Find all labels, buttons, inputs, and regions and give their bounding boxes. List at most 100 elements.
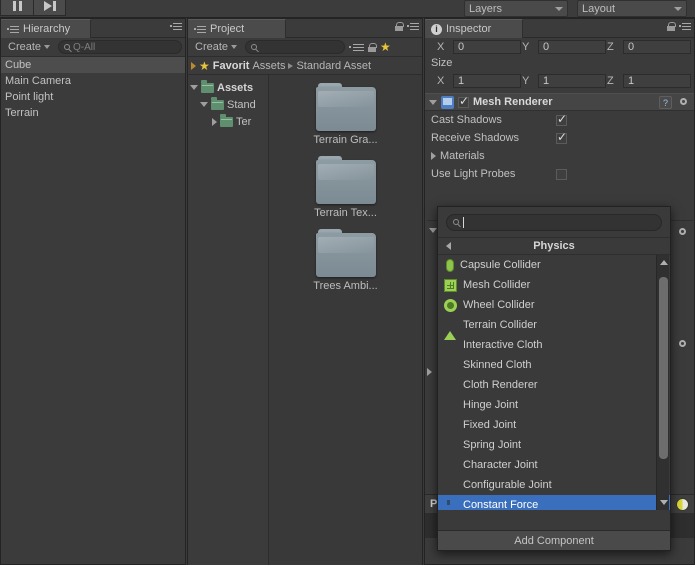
tab-project[interactable]: Project	[188, 19, 286, 38]
panel-menu-icon[interactable]	[170, 22, 182, 31]
size-z-value[interactable]: 1	[623, 73, 691, 88]
size-z-field[interactable]: Z 1	[607, 73, 692, 88]
tab-hierarchy[interactable]: Hierarchy	[1, 19, 91, 38]
materials-row[interactable]: Materials	[425, 147, 694, 165]
pause-button[interactable]	[0, 0, 33, 16]
expand-triangle-icon[interactable]	[191, 61, 196, 70]
add-component-scrollbar[interactable]	[656, 255, 669, 510]
component-item-character-joint[interactable]: Character Joint	[438, 455, 670, 475]
search-icon	[453, 219, 459, 225]
component-item-interactive-cloth[interactable]: Interactive Cloth	[438, 335, 670, 355]
component-item-configurable-joint[interactable]: Configurable Joint	[438, 475, 670, 495]
lock-icon[interactable]	[395, 22, 404, 31]
gear-icon[interactable]	[676, 226, 689, 239]
project-body: Assets Stand Ter Terrain Gra... Terrain …	[188, 75, 422, 565]
layout-dropdown[interactable]: Layout	[577, 0, 687, 17]
mesh-renderer-enabled-checkbox[interactable]	[458, 95, 469, 108]
center-y-value[interactable]: 0	[538, 39, 606, 54]
center-z-value[interactable]: 0	[623, 39, 691, 54]
component-item-capsule-collider[interactable]: Capsule Collider	[438, 255, 670, 275]
chevron-down-icon[interactable]	[429, 228, 437, 233]
use-light-probes-checkbox[interactable]	[556, 168, 567, 180]
tree-item-standard-assets[interactable]: Stand	[188, 96, 268, 113]
hierarchy-item-main-camera[interactable]: Main Camera	[1, 73, 185, 89]
panel-menu-icon[interactable]	[679, 22, 691, 31]
chevron-down-icon	[674, 6, 682, 11]
receive-shadows-row: Receive Shadows	[425, 129, 694, 147]
cloth-renderer-icon	[444, 379, 457, 392]
size-x-field[interactable]: X 1	[437, 73, 522, 88]
help-icon[interactable]: ?	[659, 96, 672, 109]
hierarchy-item-cube[interactable]: Cube	[1, 57, 185, 73]
step-button[interactable]	[33, 0, 66, 16]
panel-menu-icon[interactable]	[407, 22, 419, 31]
size-y-value[interactable]: 1	[538, 73, 606, 88]
lock-icon[interactable]	[667, 22, 676, 31]
receive-shadows-checkbox[interactable]	[556, 131, 567, 144]
hierarchy-search-input[interactable]: Q-All	[58, 40, 182, 54]
size-y-field[interactable]: Y 1	[522, 73, 607, 88]
project-breadcrumb: ★ Favorit Assets Standard Asset	[188, 57, 422, 75]
mesh-renderer-header[interactable]: Mesh Renderer ?	[425, 93, 694, 111]
add-component-search-input[interactable]	[446, 213, 662, 231]
breadcrumb-segment-standard-assets[interactable]: Standard Asset	[296, 60, 371, 72]
hierarchy-create-button[interactable]: Create	[4, 40, 54, 55]
center-x-field[interactable]: X 0	[437, 39, 522, 54]
project-search-input[interactable]	[245, 40, 346, 54]
component-item-mesh-collider[interactable]: Mesh Collider	[438, 275, 670, 295]
tree-item-terrain[interactable]: Ter	[188, 113, 268, 130]
size-x-value[interactable]: 1	[453, 73, 521, 88]
component-item-fixed-joint[interactable]: Fixed Joint	[438, 415, 670, 435]
component-item-constant-force[interactable]: Constant Force	[438, 495, 670, 510]
component-item-label: Terrain Collider	[463, 319, 537, 331]
component-item-cloth-renderer[interactable]: Cloth Renderer	[438, 375, 670, 395]
chevron-down-icon	[44, 45, 51, 49]
chevron-down-icon[interactable]	[190, 85, 198, 90]
asset-item[interactable]: Trees Ambi...	[269, 229, 422, 292]
cast-shadows-checkbox[interactable]	[556, 113, 567, 126]
hierarchy-item-terrain[interactable]: Terrain	[1, 105, 185, 121]
breadcrumb-favorites[interactable]: Favorit	[213, 60, 250, 72]
project-create-button[interactable]: Create	[191, 40, 241, 55]
scroll-up-icon[interactable]	[660, 260, 668, 265]
chevron-down-icon[interactable]	[200, 102, 208, 107]
component-item-label: Constant Force	[463, 499, 539, 510]
center-x-value[interactable]: 0	[453, 39, 521, 54]
cast-shadows-row: Cast Shadows	[425, 111, 694, 129]
add-component-button[interactable]: Add Component	[438, 530, 670, 550]
materials-label: Materials	[440, 150, 485, 162]
gear-icon[interactable]	[677, 96, 690, 109]
asset-item[interactable]: Terrain Gra...	[269, 83, 422, 146]
asset-item[interactable]: Terrain Tex...	[269, 156, 422, 219]
scrollbar-thumb[interactable]	[659, 277, 668, 459]
component-item-skinned-cloth[interactable]: Skinned Cloth	[438, 355, 670, 375]
center-y-field[interactable]: Y 0	[522, 39, 607, 54]
tree-item-assets[interactable]: Assets	[188, 79, 268, 96]
chevron-right-icon[interactable]	[427, 368, 432, 376]
favorites-star-icon[interactable]: ★	[380, 41, 391, 53]
layers-dropdown[interactable]: Layers	[464, 0, 568, 17]
chevron-down-icon[interactable]	[429, 99, 437, 105]
unity-editor-window: Layers Layout Hierarchy Create Q-All Cub…	[0, 0, 695, 565]
breadcrumb-segment-assets[interactable]: Assets	[252, 60, 285, 72]
hierarchy-item-point-light[interactable]: Point light	[1, 89, 185, 105]
chevron-right-icon[interactable]	[212, 117, 217, 126]
back-arrow-icon[interactable]	[446, 242, 451, 250]
scroll-down-icon[interactable]	[660, 500, 668, 505]
play-controls	[0, 0, 66, 16]
filter-by-type-icon[interactable]	[349, 43, 365, 52]
lighting-toggle-icon[interactable]	[676, 497, 689, 511]
hierarchy-search-placeholder: Q-All	[73, 41, 96, 53]
chevron-right-icon[interactable]	[431, 152, 436, 160]
component-item-terrain-collider[interactable]: Terrain Collider	[438, 315, 670, 340]
gear-icon[interactable]	[676, 338, 689, 351]
component-item-hinge-joint[interactable]: Hinge Joint	[438, 395, 670, 415]
mesh-renderer-title: Mesh Renderer	[473, 96, 553, 108]
tab-inspector[interactable]: i Inspector	[425, 19, 523, 38]
add-component-group-header[interactable]: Physics	[438, 237, 670, 255]
component-item-wheel-collider[interactable]: Wheel Collider	[438, 295, 670, 315]
component-item-label: Capsule Collider	[460, 259, 541, 271]
component-item-spring-joint[interactable]: Spring Joint	[438, 435, 670, 455]
center-z-field[interactable]: Z 0	[607, 39, 692, 54]
filter-by-label-icon[interactable]	[368, 42, 378, 52]
